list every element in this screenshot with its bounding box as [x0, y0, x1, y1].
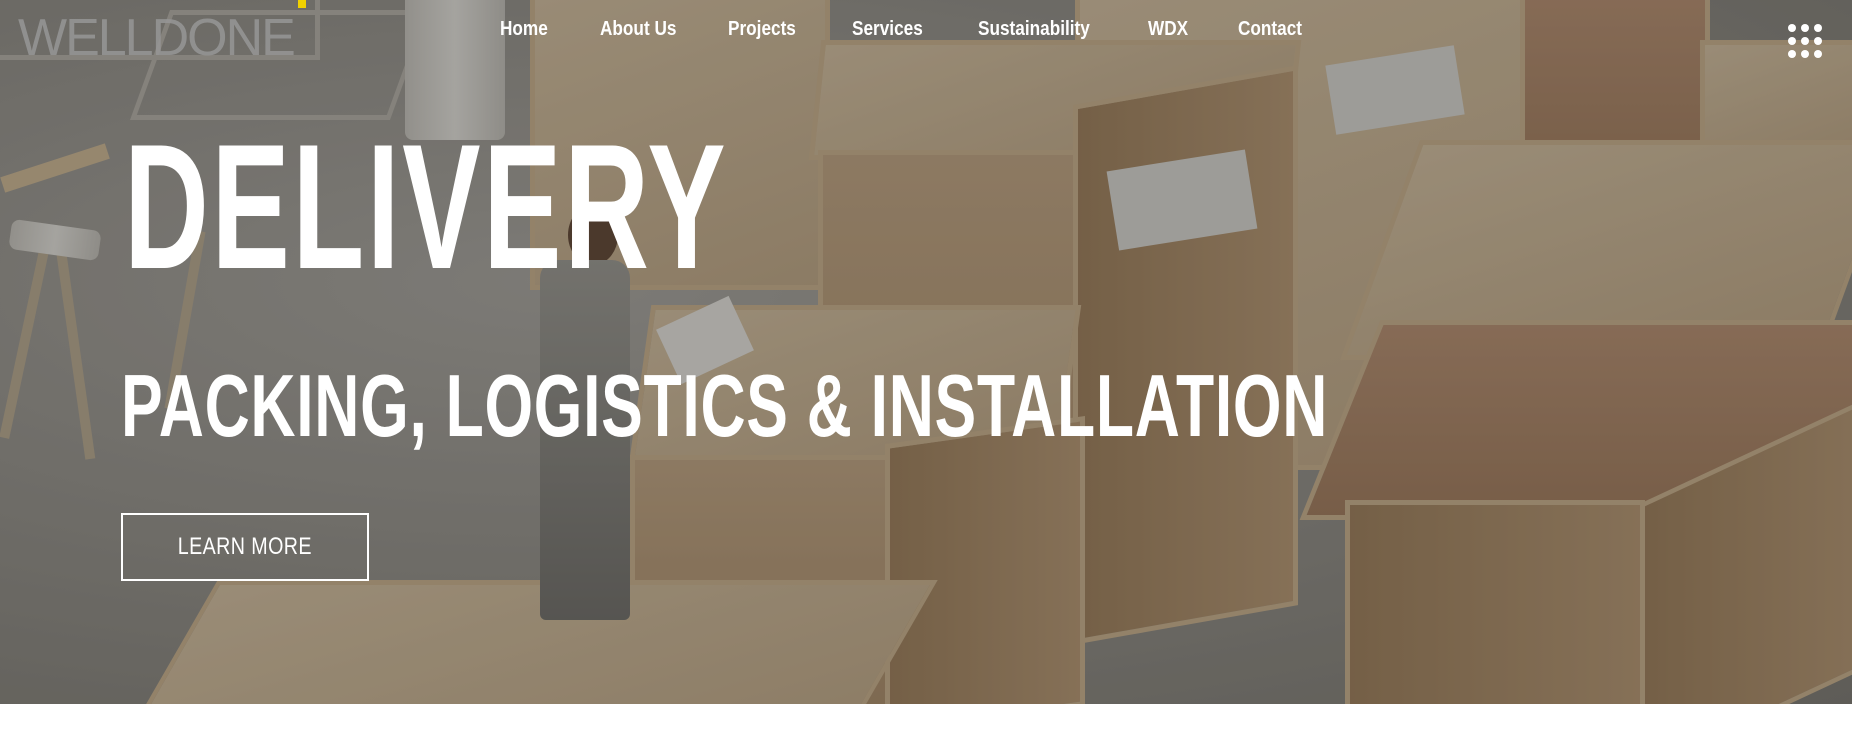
- grid-dot: [1801, 50, 1809, 58]
- nav-item-wdx[interactable]: WDX: [1148, 18, 1188, 41]
- hero-title: DELIVERY: [124, 107, 729, 306]
- site-logo[interactable]: WELLDONE: [18, 12, 296, 64]
- hero-section: WELLDONE Home About Us Projects Services…: [0, 0, 1852, 704]
- grid-dot: [1788, 37, 1796, 45]
- grid-dot: [1801, 37, 1809, 45]
- grid-dot: [1788, 24, 1796, 32]
- grid-dot: [1814, 24, 1822, 32]
- logo-accent-mark: [298, 0, 306, 8]
- nav-item-projects[interactable]: Projects: [728, 18, 796, 41]
- grid-dot: [1788, 50, 1796, 58]
- hero-overlay: [0, 0, 1852, 704]
- nav-item-sustainability[interactable]: Sustainability: [978, 18, 1090, 41]
- grid-dot: [1814, 37, 1822, 45]
- nav-item-home[interactable]: Home: [500, 18, 548, 41]
- grid-menu-icon[interactable]: [1788, 24, 1822, 58]
- nav-item-services[interactable]: Services: [852, 18, 923, 41]
- learn-more-label: LEARN MORE: [177, 533, 313, 560]
- nav-item-contact[interactable]: Contact: [1238, 18, 1302, 41]
- grid-dot: [1814, 50, 1822, 58]
- hero-subtitle: PACKING, LOGISTICS & INSTALLATION: [121, 356, 1329, 455]
- grid-dot: [1801, 24, 1809, 32]
- nav-item-about-us[interactable]: About Us: [600, 18, 676, 41]
- learn-more-button[interactable]: LEARN MORE: [121, 513, 369, 581]
